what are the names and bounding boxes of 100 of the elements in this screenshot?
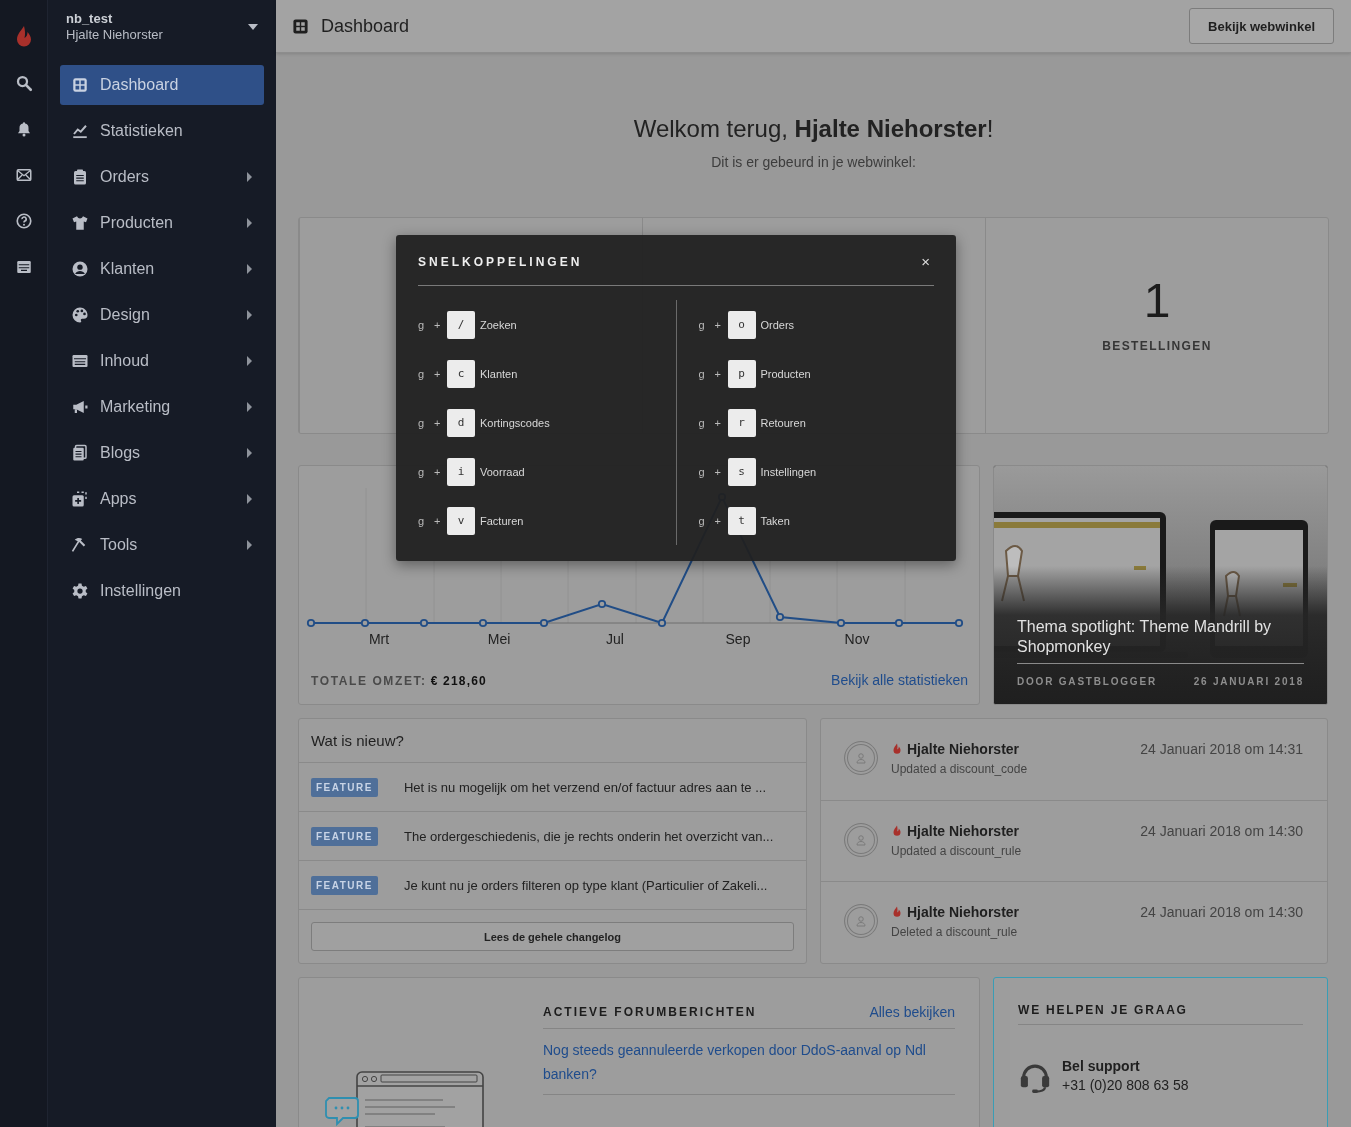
sidebar-item[interactable]: Orders: [60, 157, 264, 197]
flame-icon: [891, 742, 903, 756]
sidebar-item[interactable]: Apps: [60, 479, 264, 519]
dashboard-icon: [292, 17, 309, 35]
caret-icon: [247, 218, 252, 228]
key-prefix: g: [418, 514, 426, 527]
key-prefix: g: [698, 465, 706, 478]
modal-title: SNELKOPPELINGEN: [418, 254, 583, 269]
activity-action: Updated a discount_code: [891, 762, 1028, 776]
activity-action: Deleted a discount_rule: [891, 925, 1019, 940]
megaphone-icon: [71, 398, 89, 416]
news-text[interactable]: The ordergeschiedenis, die je rechts onderin het overzicht van...: [404, 828, 774, 844]
sidebar-item[interactable]: Tools: [60, 525, 264, 565]
shortcut-label[interactable]: Instellingen: [760, 465, 817, 478]
user-name: Hjalte Niehorster: [907, 904, 1020, 921]
post-date: 26 JANUARI 2018: [1193, 676, 1304, 687]
section-title: WE HELPEN JE GRAAG: [1018, 1003, 1303, 1025]
shortcut-label[interactable]: Zoeken: [480, 318, 517, 331]
keyboard-key: v: [447, 506, 475, 535]
sidebar-item[interactable]: Dashboard: [60, 65, 264, 105]
news-text[interactable]: Het is nu mogelijk om het verzend en/of factuur adres aan te ...: [404, 779, 766, 795]
flame-icon: [891, 905, 903, 920]
shortcut-label[interactable]: Voorraad: [480, 465, 525, 478]
sidebar-item[interactable]: Inhoud: [60, 341, 264, 381]
keyboard-key: o: [727, 310, 756, 339]
mail-icon[interactable]: [14, 166, 33, 184]
keyboard-key: c: [447, 359, 475, 388]
help-icon[interactable]: [14, 212, 33, 230]
stat-value: 1: [1143, 276, 1171, 325]
changelog-button[interactable]: Lees de gehele changelog: [311, 922, 794, 951]
author-label: DOOR GASTBLOGGER: [1017, 676, 1157, 687]
axis-label: Mei: [487, 631, 511, 647]
caret-icon: [247, 310, 252, 320]
shortcut-label[interactable]: Facturen: [480, 514, 524, 527]
caret-icon: [247, 540, 252, 550]
shop-name: nb_test: [66, 11, 114, 26]
key-prefix: g: [418, 367, 426, 380]
plus-sign: +: [714, 416, 722, 429]
key-prefix: g: [418, 318, 426, 331]
clipboard-icon: [71, 168, 89, 186]
user-name: Hjalte Niehorster: [66, 27, 163, 42]
caret-icon: [247, 356, 252, 366]
activity-time: 24 Januari 2018 om 14:30: [1140, 822, 1303, 839]
welcome-heading: Welkom terug, Hjalte Niehorster!: [632, 115, 995, 143]
shortcut-label[interactable]: Taken: [760, 514, 790, 527]
keyboard-key: d: [447, 408, 475, 437]
total-value: € 218,60: [430, 674, 487, 688]
shortcut-label[interactable]: Producten: [760, 367, 811, 380]
spotlight-title[interactable]: Thema spotlight: Theme Mandrill by Shopmonkey: [1017, 617, 1304, 657]
shirt-icon: [71, 214, 89, 232]
plus-sign: +: [714, 367, 722, 380]
flame-icon: [891, 823, 903, 838]
plus-sign: +: [434, 367, 442, 380]
view-shop-button[interactable]: Bekijk webwinkel: [1189, 8, 1334, 44]
keyboard-key: s: [727, 457, 756, 486]
plus-sign: +: [714, 318, 722, 331]
sidebar-item[interactable]: Producten: [60, 203, 264, 243]
shortcut-label[interactable]: Klanten: [480, 367, 518, 380]
key-prefix: g: [418, 465, 426, 478]
user-circle-icon: [71, 260, 89, 278]
axis-label: Nov: [844, 631, 870, 647]
card-title: Wat is nieuw?: [299, 719, 806, 763]
shortcut-label[interactable]: Kortingscodes: [480, 416, 550, 429]
phone-number: +31 (0)20 808 63 58: [1062, 1077, 1189, 1093]
plus-sign: +: [434, 318, 442, 331]
sidebar-item[interactable]: Design: [60, 295, 264, 335]
palette-icon: [71, 306, 89, 324]
feature-tag: FEATURE: [311, 777, 378, 797]
dropdown-caret-icon[interactable]: [248, 23, 258, 30]
axis-label: Mrt: [368, 631, 390, 647]
caret-icon: [247, 402, 252, 412]
close-button[interactable]: ×: [921, 253, 930, 270]
shortcut-label[interactable]: Retouren: [760, 416, 806, 429]
caret-icon: [247, 264, 252, 274]
activity-time: 24 Januari 2018 om 14:31: [1140, 741, 1303, 757]
user-name: Hjalte Niehorster: [907, 822, 1020, 839]
total-label: TOTALE OMZET:: [311, 674, 427, 688]
keyboard-key: /: [447, 310, 475, 339]
keyboard-key: i: [447, 457, 475, 486]
sidebar-item[interactable]: Marketing: [60, 387, 264, 427]
section-title: ACTIEVE FORUMBERICHTEN: [543, 1005, 757, 1019]
caret-icon: [247, 172, 252, 182]
sidebar-item[interactable]: Statistieken: [60, 111, 264, 151]
sidebar-item[interactable]: Klanten: [60, 249, 264, 289]
plus-sign: +: [434, 465, 442, 478]
sidebar-item[interactable]: Blogs: [60, 433, 264, 473]
inbox-icon[interactable]: [14, 258, 33, 276]
shortcut-label[interactable]: Orders: [760, 318, 795, 331]
caret-icon: [247, 448, 252, 458]
feature-tag: FEATURE: [311, 826, 378, 846]
keyboard-key: t: [727, 506, 756, 535]
person-icon: [855, 915, 867, 928]
feature-tag: FEATURE: [311, 875, 378, 895]
plus-sign: +: [714, 514, 722, 527]
person-icon: [855, 752, 867, 764]
caret-icon: [247, 494, 252, 504]
settings-icon: [71, 582, 89, 600]
search-icon[interactable]: [14, 74, 33, 92]
sidebar-item[interactable]: Instellingen: [60, 571, 264, 611]
news-text[interactable]: Je kunt nu je orders filteren op type klant (Particulier of Zakeli...: [404, 877, 768, 893]
